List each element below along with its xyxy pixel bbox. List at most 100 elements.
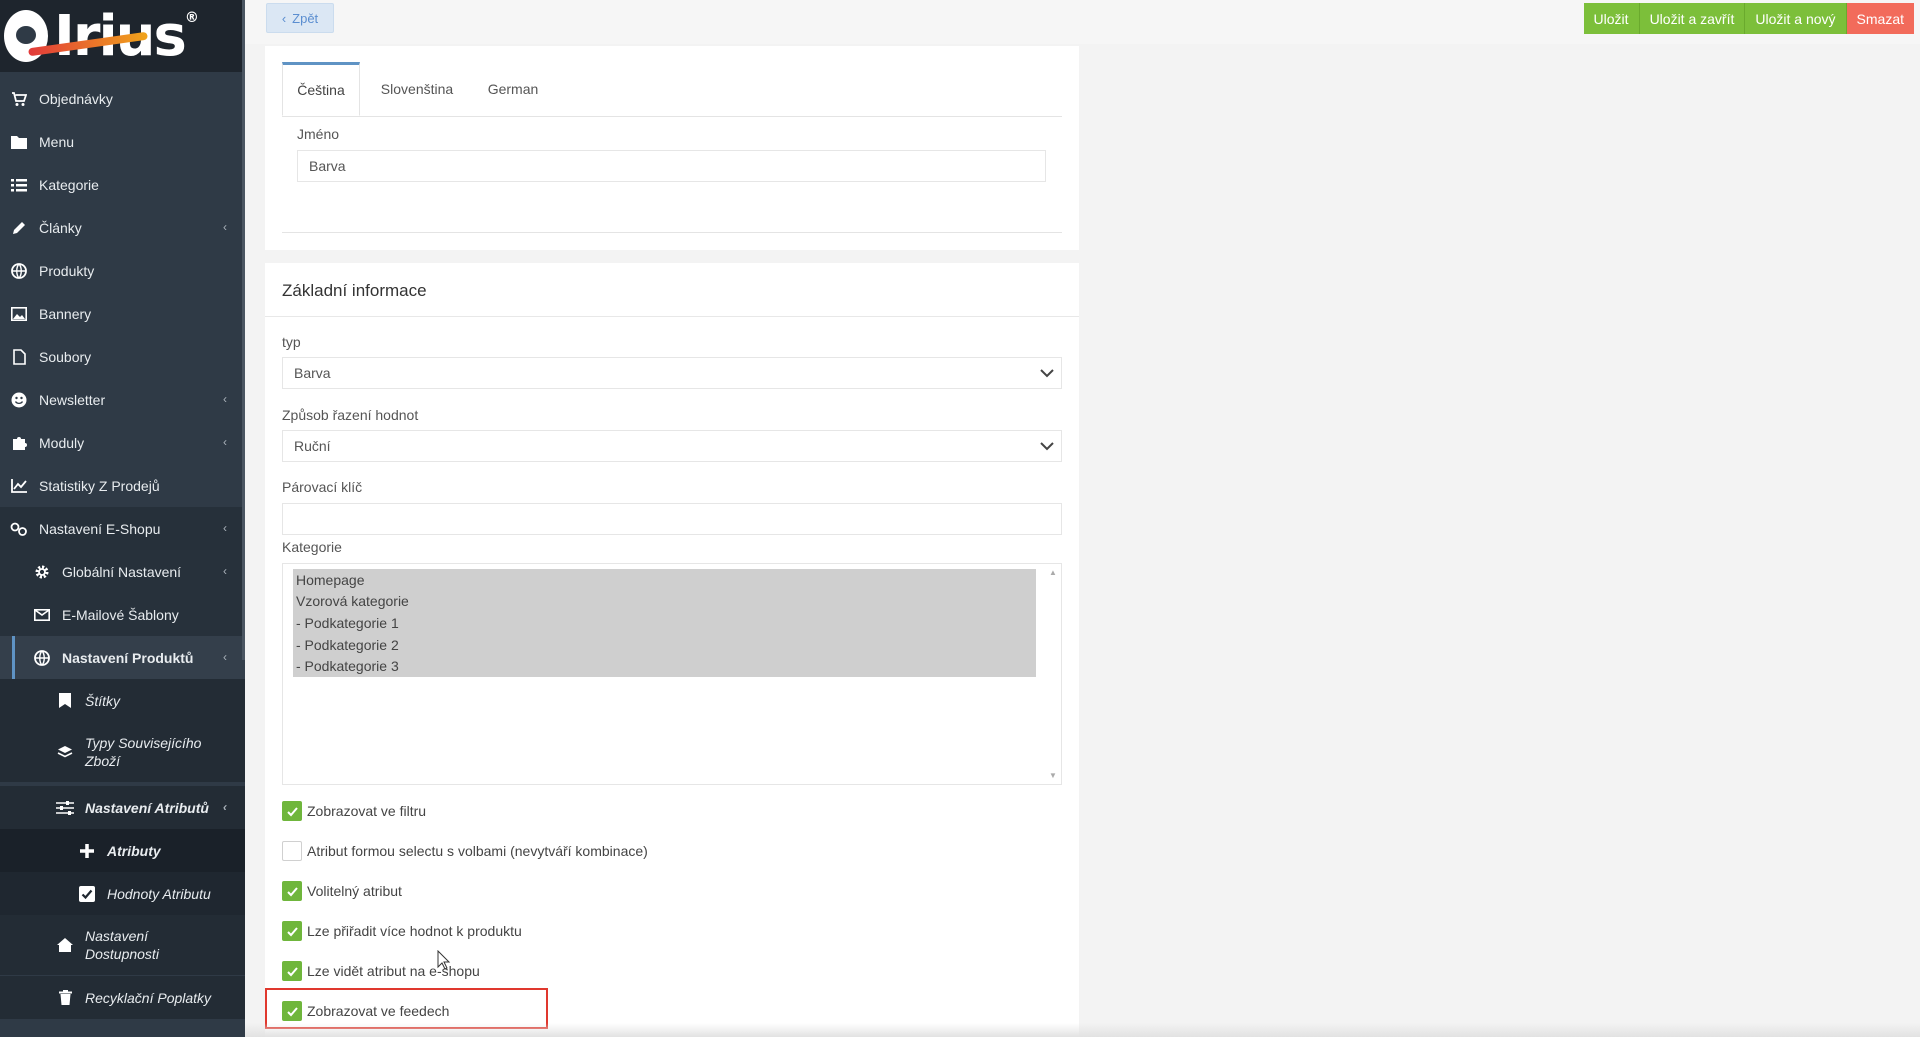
sidebar-item-typy-souvisejiciho-zbozi[interactable]: Typy Souvisejícího Zboží — [0, 722, 245, 782]
sidebar-item-newsletter[interactable]: Newsletter ‹ — [0, 378, 245, 421]
sidebar-item-nastaveni-atributu[interactable]: Nastavení Atributů ‹ — [0, 786, 245, 829]
logo[interactable]: Irius® — [0, 0, 245, 72]
save-button[interactable]: Uložit — [1583, 3, 1640, 34]
sidebar-item-nastaveni-dostupnosti[interactable]: Nastavení Dostupnosti — [0, 915, 245, 975]
category-option[interactable]: - Podkategorie 3 — [293, 655, 1036, 677]
sidebar-item-label: Kategorie — [39, 176, 99, 193]
chevron-left-icon: ‹ — [223, 220, 227, 234]
checkbox-unchecked[interactable] — [282, 841, 302, 861]
pair-key-input[interactable] — [282, 503, 1062, 535]
chevron-left-icon: ‹ — [281, 10, 287, 26]
sidebar-item-globalni-nastaveni[interactable]: Globální Nastavení ‹ — [0, 550, 245, 593]
sidebar-item-moduly[interactable]: Moduly ‹ — [0, 421, 245, 464]
sidebar-scrollbar[interactable] — [242, 0, 245, 660]
type-select-value: Barva — [294, 365, 331, 381]
sidebar-item-label: Atributy — [107, 842, 161, 859]
scroll-down-icon[interactable]: ▼ — [1049, 771, 1057, 780]
tab-cestina[interactable]: Čeština — [282, 62, 360, 116]
panel-title: Základní informace — [282, 281, 427, 300]
category-listbox[interactable]: Homepage Vzorová kategorie - Podkategori… — [282, 563, 1062, 785]
save-new-button[interactable]: Uložit a nový — [1745, 3, 1847, 34]
gear-icon — [32, 562, 52, 582]
sidebar-item-label: Produkty — [39, 262, 95, 279]
back-button[interactable]: ‹ Zpět — [266, 3, 334, 33]
sidebar-item-label: Newsletter — [39, 391, 106, 408]
sidebar-item-recyklacni-poplatky[interactable]: Recyklační Poplatky — [0, 976, 245, 1019]
chart-icon — [9, 476, 29, 496]
sidebar-item-menu[interactable]: Menu — [0, 120, 245, 163]
category-option[interactable]: - Podkategorie 1 — [293, 612, 1036, 634]
sidebar-item-label: Nastavení Produktů — [62, 649, 194, 666]
scroll-up-icon[interactable]: ▲ — [1049, 568, 1057, 577]
sidebar-item-label: Globální Nastavení — [62, 563, 182, 580]
sidebar-item-label: Články — [39, 219, 82, 236]
sidebar-item-emailove-sablony[interactable]: E-Mailové Šablony — [0, 593, 245, 636]
checkbox-icon — [77, 884, 97, 904]
category-option[interactable]: Vzorová kategorie — [293, 591, 1036, 613]
checkbox-label: Atribut formou selectu s volbami (nevytv… — [307, 843, 648, 859]
mail-icon — [32, 605, 52, 625]
sidebar-item-label-line2: Dostupnosti — [85, 946, 159, 962]
sidebar-item-stitky[interactable]: Štítky — [0, 679, 245, 722]
chevron-down-icon: ‹ — [223, 521, 227, 535]
sidebar-item-atributy[interactable]: Atributy — [0, 829, 245, 872]
bottom-edge — [245, 1023, 1920, 1037]
checkbox-label: Lze přiřadit více hodnot k produktu — [307, 923, 522, 939]
sort-label: Způsob řazení hodnot — [282, 407, 419, 423]
checkbox-checked[interactable] — [282, 801, 302, 821]
sidebar-item-clanky[interactable]: Články ‹ — [0, 206, 245, 249]
check-zobrazovat-ve-filtru[interactable]: Zobrazovat ve filtru — [282, 800, 426, 822]
chevron-down-icon — [1039, 365, 1055, 381]
logo-registered: ® — [184, 9, 199, 26]
check-volitelny-atribut[interactable]: Volitelný atribut — [282, 880, 402, 902]
category-option[interactable]: Homepage — [293, 569, 1036, 591]
category-option[interactable]: - Podkategorie 2 — [293, 634, 1036, 656]
plus-icon — [77, 841, 97, 861]
sidebar-item-label-line2: Zboží — [85, 753, 121, 769]
tab-content-divider — [282, 232, 1062, 233]
sidebar-item-label: E-Mailové Šablony — [62, 606, 179, 623]
sidebar-item-label: Bannery — [39, 305, 92, 322]
sidebar-item-nastaveni-produktu[interactable]: Nastavení Produktů ‹ — [0, 636, 245, 679]
checkbox-checked[interactable] — [282, 961, 302, 981]
sidebar-item-produkty[interactable]: Produkty — [0, 249, 245, 292]
sidebar-item-label: Nastavení Atributů — [85, 799, 209, 816]
listbox-scrollbar[interactable]: ▲ ▼ — [1045, 564, 1061, 784]
sidebar-item-hodnoty-atributu[interactable]: Hodnoty Atributu — [0, 872, 245, 915]
sidebar-item-label: Nastavení — [85, 927, 149, 944]
chevron-down-icon — [1039, 438, 1055, 454]
sidebar-item-bannery[interactable]: Bannery — [0, 292, 245, 335]
tab-german[interactable]: German — [474, 62, 552, 116]
checkbox-checked[interactable] — [282, 921, 302, 941]
name-label: Jméno — [297, 126, 340, 142]
panel-title-divider — [265, 316, 1079, 317]
sidebar-item-label: Menu — [39, 133, 75, 150]
save-close-button[interactable]: Uložit a zavřít — [1639, 3, 1746, 34]
sliders-icon — [55, 798, 75, 818]
check-vice-hodnot[interactable]: Lze přiřadit více hodnot k produktu — [282, 920, 522, 942]
sort-select[interactable]: Ruční — [282, 430, 1062, 462]
checkbox-label: Lze vidět atribut na e-shopu — [307, 963, 480, 979]
sidebar: Irius® Objednávky Menu Kategorie Články … — [0, 0, 245, 1037]
type-select[interactable]: Barva — [282, 357, 1062, 389]
checkbox-checked[interactable] — [282, 881, 302, 901]
puzzle-icon — [9, 433, 29, 453]
delete-button[interactable]: Smazat — [1846, 3, 1914, 34]
back-button-label: Zpět — [292, 10, 319, 26]
sidebar-item-statistiky[interactable]: Statistiky Z Prodejů — [0, 464, 245, 507]
chevron-left-icon: ‹ — [223, 564, 227, 578]
mouse-cursor-icon — [437, 950, 451, 970]
smile-icon — [9, 390, 29, 410]
check-atribut-selectu[interactable]: Atribut formou selectu s volbami (nevytv… — [282, 840, 648, 862]
chevron-left-icon: ‹ — [223, 435, 227, 449]
name-input[interactable]: Barva — [297, 150, 1046, 182]
sidebar-item-label: Moduly — [39, 434, 85, 451]
folder-icon — [9, 132, 29, 152]
sidebar-item-soubory[interactable]: Soubory — [0, 335, 245, 378]
pair-key-label: Párovací klíč — [282, 479, 363, 495]
tab-slovenstina[interactable]: Slovenština — [378, 62, 456, 116]
sidebar-item-kategorie[interactable]: Kategorie — [0, 163, 245, 206]
type-label: typ — [282, 334, 301, 350]
sidebar-item-nastaveni-eshopu[interactable]: Nastavení E-Shopu ‹ — [0, 507, 245, 550]
sidebar-item-objednavky[interactable]: Objednávky — [0, 77, 245, 120]
